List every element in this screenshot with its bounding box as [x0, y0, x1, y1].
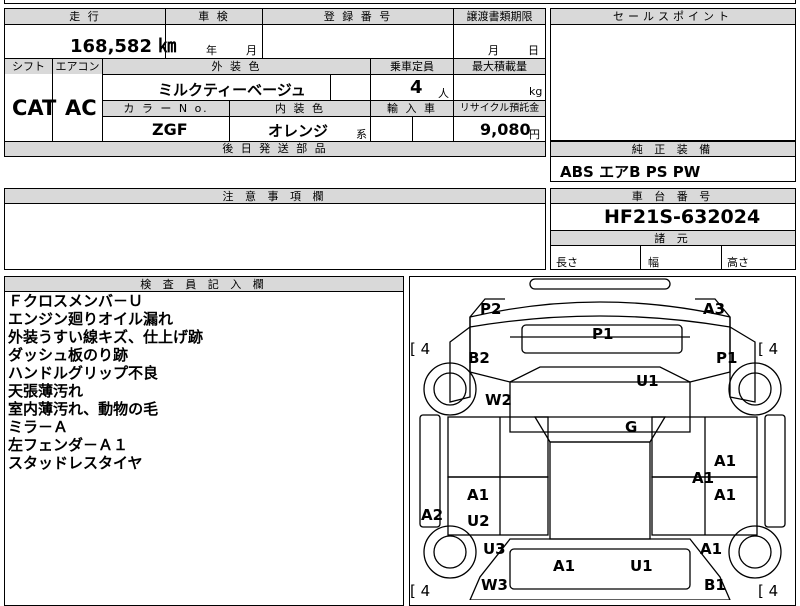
equipment-label: 純 正 装 備 [551, 142, 795, 157]
capacity-unit: 人 [438, 87, 449, 100]
recycle-value: 9,080 [480, 120, 531, 139]
damage-mark: P1 [592, 325, 614, 343]
damage-mark: A2 [421, 506, 444, 524]
damage-mark: P2 [480, 300, 502, 318]
remark-item: 外装うすい線キズ、仕上げ跡 [8, 328, 204, 346]
remark-item: 天張薄汚れ [8, 382, 84, 400]
notes-label: 注 意 事 項 欄 [5, 189, 545, 204]
exterior-color-value: ミルクティーベージュ [158, 81, 306, 99]
damage-mark: A3 [703, 300, 726, 318]
damage-mark: U1 [636, 372, 659, 390]
aircon-value: AC [65, 96, 97, 120]
delivery-parts-label: 後 日 発 送 部 品 [5, 142, 545, 156]
damage-mark: B2 [468, 349, 490, 367]
transfer-day-unit: 日 [528, 44, 539, 57]
tire-tread-front-left: [ 4 [410, 340, 431, 358]
tire-tread-rear-left: [ 4 [410, 582, 431, 600]
import-label: 輸 入 車 [371, 101, 453, 116]
recycle-unit: 円 [529, 128, 540, 141]
width-label: 幅 [648, 256, 659, 269]
damage-mark: G [625, 418, 638, 436]
capacity-label: 乗車定員 [371, 59, 453, 74]
length-label: 長さ [556, 256, 578, 269]
damage-mark: A1 [692, 469, 715, 487]
mileage-value: 168,582 ㎞ [70, 36, 177, 57]
inspector-label: 検 査 員 記 入 欄 [5, 277, 403, 292]
remark-item: ハンドルグリップ不良 [8, 364, 159, 382]
damage-mark: U2 [467, 512, 490, 530]
damage-mark: W3 [481, 576, 508, 594]
damage-mark: U1 [630, 557, 653, 575]
interior-color-value: オレンジ [268, 122, 329, 140]
remark-item: スタッドレスタイヤ [8, 454, 143, 472]
sales-point-box [550, 8, 796, 141]
damage-mark: P1 [716, 349, 738, 367]
inspection-year-unit: 年 [206, 44, 217, 57]
remark-item: 室内薄汚れ、動物の毛 [8, 400, 159, 418]
registration-label: 登 録 番 号 [263, 9, 453, 24]
damage-mark: A1 [553, 557, 576, 575]
remark-item: ダッシュ板のり跡 [8, 346, 129, 364]
shift-label: シフト [5, 59, 52, 74]
inspection-month-unit: 月 [246, 44, 257, 57]
chassis-label: 車 台 番 号 [551, 189, 795, 204]
remark-item: ミラ－Ａ [8, 418, 69, 436]
inspection-label: 車 検 [166, 9, 262, 24]
exterior-color-label: 外 装 色 [103, 59, 370, 74]
color-no-label: カ ラ ー N o. [103, 101, 229, 116]
specs-label: 諸 元 [551, 231, 795, 246]
equipment-value: ABS エアB PS PW [560, 163, 701, 181]
damage-mark: A1 [714, 452, 737, 470]
damage-mark: W2 [485, 391, 512, 409]
transfer-deadline-label: 譲渡書類期限 [454, 9, 545, 24]
damage-mark: A1 [714, 486, 737, 504]
damage-mark: B1 [704, 576, 726, 594]
max-load-label: 最大積載量 [454, 59, 545, 74]
damage-mark: A1 [467, 486, 490, 504]
height-label: 高さ [727, 256, 749, 269]
interior-color-label: 内 装 色 [230, 101, 370, 116]
interior-color-suffix: 系 [356, 128, 367, 141]
chassis-value: HF21S-632024 [604, 206, 761, 228]
shift-value: CAT [12, 96, 57, 120]
top-strip [4, 0, 796, 4]
damage-mark: A1 [700, 540, 723, 558]
remark-item: エンジン廻りオイル漏れ [8, 310, 174, 328]
aircon-label: エアコン [53, 59, 102, 74]
damage-mark: U3 [483, 540, 506, 558]
max-load-unit: kg [529, 85, 543, 98]
capacity-value: 4 [410, 77, 423, 98]
mileage-label: 走 行 [5, 9, 165, 24]
recycle-label: リサイクル預託金 [454, 101, 545, 116]
remark-item: Ｆクロスメンバ－Ｕ [8, 292, 144, 310]
color-no-value: ZGF [152, 120, 188, 139]
inspector-remarks-list: Ｆクロスメンバ－Ｕ エンジン廻りオイル漏れ 外装うすい線キズ、仕上げ跡 ダッシュ… [8, 292, 203, 472]
tire-tread-front-right: [ 4 [758, 340, 779, 358]
remark-item: 左フェンダ－Ａ１ [8, 436, 129, 454]
tire-tread-rear-right: [ 4 [758, 582, 779, 600]
transfer-month-unit: 月 [488, 44, 499, 57]
sales-point-label: セールスポイント [551, 9, 795, 25]
